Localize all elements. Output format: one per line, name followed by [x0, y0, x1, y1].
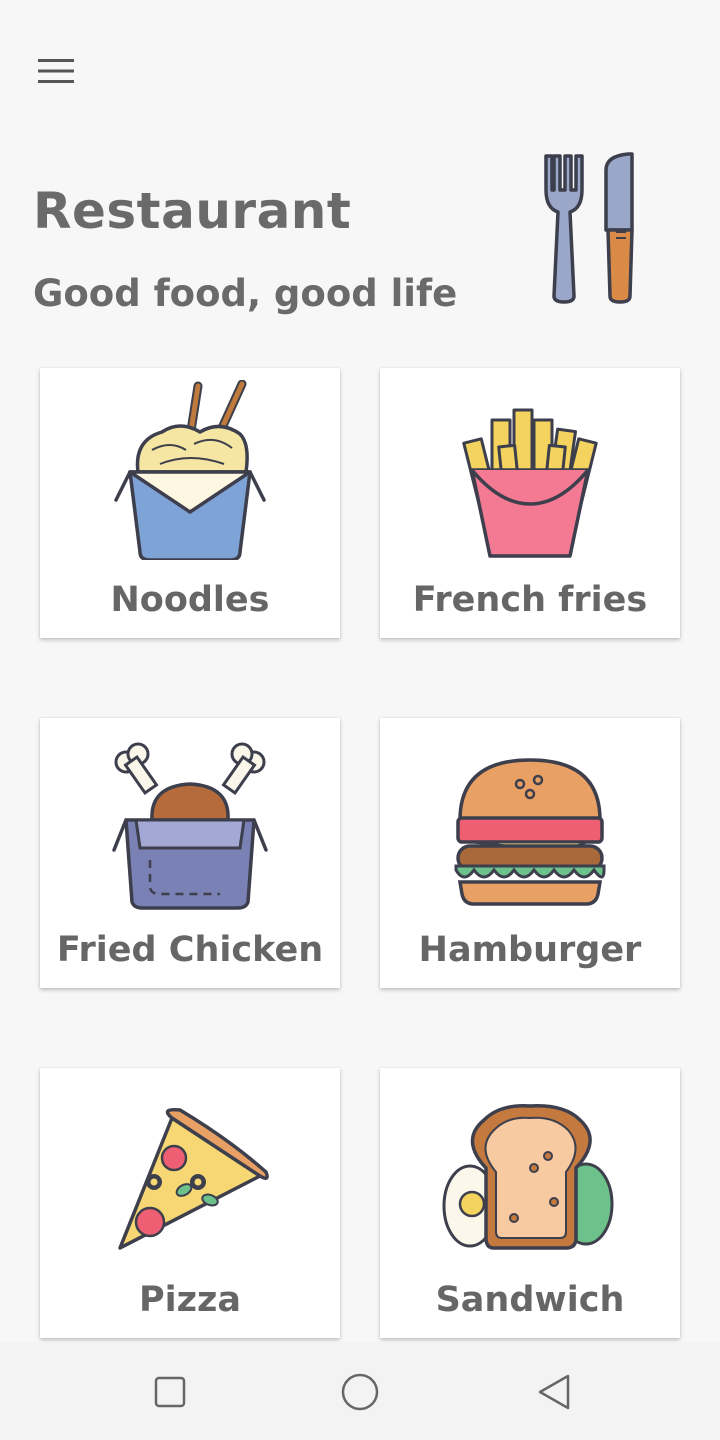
menu-card-label: Sandwich [435, 1280, 625, 1320]
pizza-icon [118, 1107, 269, 1250]
page-subtitle: Good food, good life [33, 272, 458, 315]
noodles-icon [114, 380, 266, 560]
menu-card-pizza[interactable]: Pizza [40, 1068, 340, 1338]
hamburger-icon [454, 758, 606, 906]
recents-square-icon[interactable] [146, 1368, 194, 1416]
menu-card-fried-chicken[interactable]: Fried Chicken [40, 718, 340, 988]
menu-card-noodles[interactable]: Noodles [40, 368, 340, 638]
system-navigation-bar [0, 1342, 720, 1440]
header: Restaurant Good food, good life [0, 140, 720, 330]
menu-card-french-fries[interactable]: French fries [380, 368, 680, 638]
menu-card-label: Fried Chicken [56, 930, 324, 970]
menu-card-label: Noodles [110, 580, 270, 620]
back-triangle-icon[interactable] [530, 1368, 578, 1416]
menu-card-sandwich[interactable]: Sandwich [380, 1068, 680, 1338]
home-circle-icon[interactable] [336, 1368, 384, 1416]
menu-card-hamburger[interactable]: Hamburger [380, 718, 680, 988]
french-fries-icon [462, 408, 598, 558]
hamburger-menu-icon [38, 59, 74, 83]
menu-card-label: French fries [412, 580, 648, 620]
fried-chicken-icon [112, 742, 268, 910]
menu-card-label: Pizza [138, 1280, 241, 1320]
menu-button[interactable] [28, 50, 84, 92]
fork-knife-icon [544, 152, 634, 304]
sandwich-icon [442, 1104, 614, 1250]
page-title: Restaurant [33, 182, 352, 240]
menu-card-label: Hamburger [418, 930, 642, 970]
